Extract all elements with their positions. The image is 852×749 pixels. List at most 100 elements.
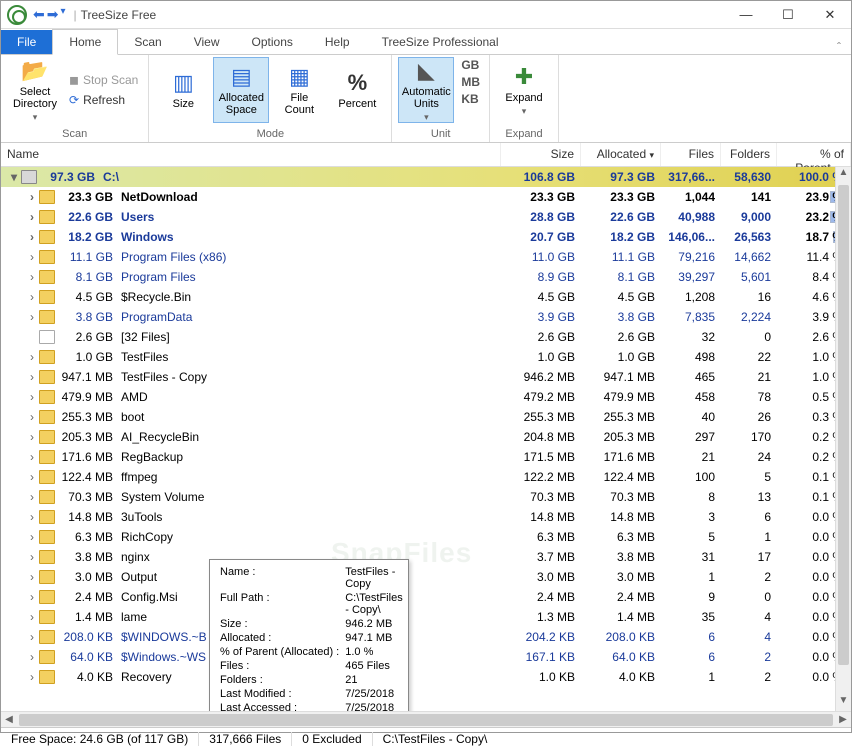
scroll-left-icon[interactable]: ◀: [1, 714, 17, 725]
tree-row[interactable]: 2.6 GB[32 Files]2.6 GB2.6 GB3202.6 %: [1, 327, 851, 347]
minimize-button[interactable]: —: [725, 1, 767, 29]
tree-row[interactable]: ›4.5 GB$Recycle.Bin4.5 GB4.5 GB1,208164.…: [1, 287, 851, 307]
tree-row[interactable]: ›64.0 KB$Windows.~WS167.1 KB64.0 KB620.0…: [1, 647, 851, 667]
col-name[interactable]: Name: [1, 143, 501, 166]
row-folders: 5: [721, 470, 777, 484]
tab-file[interactable]: File: [1, 30, 52, 54]
tab-scan[interactable]: Scan: [118, 30, 177, 54]
folder-icon: [39, 270, 55, 284]
unit-auto-button[interactable]: ◣Automatic Units▾: [398, 57, 454, 123]
col-folders[interactable]: Folders: [721, 143, 777, 166]
mode-percent-button[interactable]: %Percent: [329, 57, 385, 123]
row-files: 31: [661, 550, 721, 564]
tab-help[interactable]: Help: [309, 30, 366, 54]
ribbon-collapse-icon[interactable]: ˆ: [837, 40, 841, 54]
scroll-right-icon[interactable]: ▶: [835, 714, 851, 725]
tree-row[interactable]: ›18.2 GBWindows20.7 GB18.2 GB146,06...26…: [1, 227, 851, 247]
expand-toggle-icon[interactable]: ›: [25, 610, 39, 624]
unit-gb[interactable]: GB: [458, 57, 483, 73]
tab-view[interactable]: View: [178, 30, 236, 54]
row-size-left: 23.3 GB: [59, 190, 119, 204]
tree-row[interactable]: ›947.1 MBTestFiles - Copy946.2 MB947.1 M…: [1, 367, 851, 387]
expand-toggle-icon[interactable]: ›: [25, 650, 39, 664]
tree-row[interactable]: ›70.3 MBSystem Volume70.3 MB70.3 MB8130.…: [1, 487, 851, 507]
nav-dropdown-icon[interactable]: ▾: [60, 6, 65, 23]
expand-toggle-icon[interactable]: ▾: [7, 170, 21, 184]
stop-scan-button[interactable]: ◼Stop Scan: [65, 71, 142, 89]
tree-row[interactable]: ›22.6 GBUsers28.8 GB22.6 GB40,9889,00023…: [1, 207, 851, 227]
expand-toggle-icon[interactable]: ›: [25, 210, 39, 224]
expand-toggle-icon[interactable]: ›: [25, 470, 39, 484]
expand-button[interactable]: ✚Expand▾: [496, 57, 552, 123]
tree-row[interactable]: ›208.0 KB$WINDOWS.~B204.2 KB208.0 KB640.…: [1, 627, 851, 647]
tree-row[interactable]: ›205.3 MBAI_RecycleBin204.8 MB205.3 MB29…: [1, 427, 851, 447]
tree-row[interactable]: ›1.0 GBTestFiles1.0 GB1.0 GB498221.0 %: [1, 347, 851, 367]
expand-toggle-icon[interactable]: ›: [25, 430, 39, 444]
unit-kb[interactable]: KB: [458, 91, 483, 107]
nav-fwd-icon[interactable]: ➡: [47, 6, 59, 23]
nav-back-icon[interactable]: ⬅: [33, 6, 45, 23]
tree-row[interactable]: ›479.9 MBAMD479.2 MB479.9 MB458780.5 %: [1, 387, 851, 407]
expand-toggle-icon[interactable]: ›: [25, 410, 39, 424]
tree-row[interactable]: ›3.0 MBOutput3.0 MB3.0 MB120.0 %: [1, 567, 851, 587]
folder-icon: [39, 450, 55, 464]
col-size[interactable]: Size: [501, 143, 581, 166]
expand-toggle-icon[interactable]: ›: [25, 350, 39, 364]
folder-icon: [39, 510, 55, 524]
tree-row[interactable]: ›3.8 GBProgramData3.9 GB3.8 GB7,8352,224…: [1, 307, 851, 327]
mode-allocated-button[interactable]: ▤Allocated Space: [213, 57, 269, 123]
expand-toggle-icon[interactable]: ›: [25, 290, 39, 304]
tree-row[interactable]: ›14.8 MB3uTools14.8 MB14.8 MB360.0 %: [1, 507, 851, 527]
scroll-thumb[interactable]: [838, 185, 849, 665]
expand-toggle-icon[interactable]: ›: [25, 230, 39, 244]
row-size-left: 2.6 GB: [59, 330, 119, 344]
refresh-button[interactable]: ⟳Refresh: [65, 91, 142, 109]
expand-toggle-icon[interactable]: ›: [25, 450, 39, 464]
vertical-scrollbar[interactable]: ▲ ▼: [835, 167, 851, 711]
tree-row[interactable]: ›4.0 KBRecovery1.0 KB4.0 KB120.0 %: [1, 667, 851, 687]
expand-toggle-icon[interactable]: ›: [25, 190, 39, 204]
hscroll-thumb[interactable]: [19, 714, 833, 726]
expand-toggle-icon[interactable]: ›: [25, 670, 39, 684]
mode-filecount-button[interactable]: ▦File Count: [271, 57, 327, 123]
mode-size-button[interactable]: ▥Size: [155, 57, 211, 123]
expand-toggle-icon[interactable]: ›: [25, 510, 39, 524]
tab-pro[interactable]: TreeSize Professional: [366, 30, 515, 54]
tree-row[interactable]: ›171.6 MBRegBackup171.5 MB171.6 MB21240.…: [1, 447, 851, 467]
scroll-up-icon[interactable]: ▲: [836, 167, 851, 183]
expand-toggle-icon[interactable]: ›: [25, 590, 39, 604]
expand-toggle-icon[interactable]: ›: [25, 550, 39, 564]
tree-row[interactable]: ›8.1 GBProgram Files8.9 GB8.1 GB39,2975,…: [1, 267, 851, 287]
tab-options[interactable]: Options: [236, 30, 309, 54]
expand-toggle-icon[interactable]: ›: [25, 570, 39, 584]
col-allocated[interactable]: Allocated ▾: [581, 143, 661, 166]
expand-toggle-icon[interactable]: ›: [25, 310, 39, 324]
col-percent[interactable]: % of Parent ...: [777, 143, 851, 166]
tree-row[interactable]: ›11.1 GBProgram Files (x86)11.0 GB11.1 G…: [1, 247, 851, 267]
tree-row[interactable]: ▾97.3 GBC:\106.8 GB97.3 GB317,66...58,63…: [1, 167, 851, 187]
select-directory-button[interactable]: 📂 Select Directory ▾: [7, 57, 63, 123]
tree-row[interactable]: ›1.4 MBlame1.3 MB1.4 MB3540.0 %: [1, 607, 851, 627]
close-button[interactable]: ✕: [809, 1, 851, 29]
folder-icon: [39, 610, 55, 624]
col-files[interactable]: Files: [661, 143, 721, 166]
tree-row[interactable]: ›255.3 MBboot255.3 MB255.3 MB40260.3 %: [1, 407, 851, 427]
tree-row[interactable]: ›122.4 MBffmpeg122.2 MB122.4 MB10050.1 %: [1, 467, 851, 487]
tooltip-key: Allocated :: [218, 632, 341, 644]
expand-toggle-icon[interactable]: ›: [25, 630, 39, 644]
expand-toggle-icon[interactable]: ›: [25, 390, 39, 404]
tree-row[interactable]: ›2.4 MBConfig.Msi2.4 MB2.4 MB900.0 %: [1, 587, 851, 607]
unit-mb[interactable]: MB: [458, 74, 483, 90]
tree-row[interactable]: ›23.3 GBNetDownload23.3 GB23.3 GB1,04414…: [1, 187, 851, 207]
expand-toggle-icon[interactable]: ›: [25, 490, 39, 504]
scroll-down-icon[interactable]: ▼: [836, 695, 851, 711]
tree-row[interactable]: ›6.3 MBRichCopy6.3 MB6.3 MB510.0 %: [1, 527, 851, 547]
tab-home[interactable]: Home: [52, 29, 118, 55]
expand-toggle-icon[interactable]: ›: [25, 370, 39, 384]
tree-row[interactable]: ›3.8 MBnginx3.7 MB3.8 MB31170.0 %: [1, 547, 851, 567]
expand-toggle-icon[interactable]: ›: [25, 270, 39, 284]
maximize-button[interactable]: ☐: [767, 1, 809, 29]
expand-toggle-icon[interactable]: ›: [25, 250, 39, 264]
horizontal-scrollbar[interactable]: ◀ ▶: [1, 711, 851, 727]
expand-toggle-icon[interactable]: ›: [25, 530, 39, 544]
